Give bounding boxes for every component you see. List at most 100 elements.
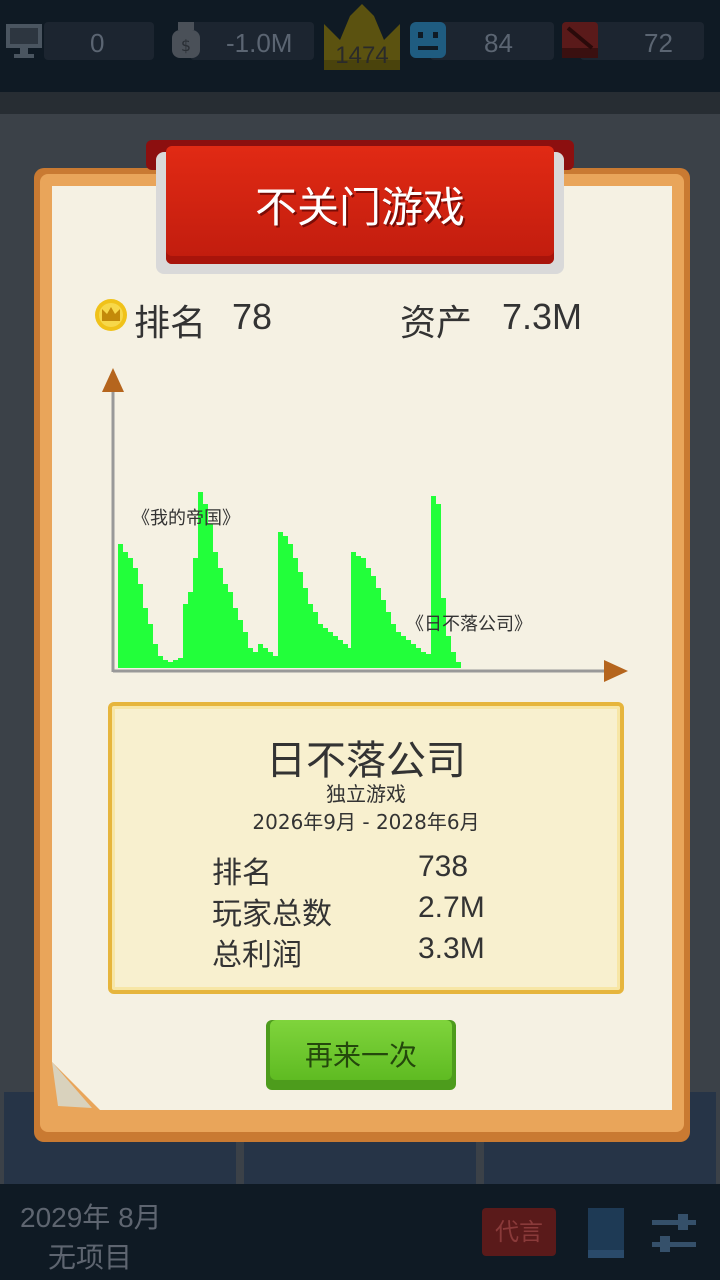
- rank-value: 78: [232, 296, 273, 337]
- chart-bar: [381, 600, 386, 668]
- chart-bar: [218, 568, 223, 668]
- chart-bar: [228, 592, 233, 668]
- chart-bar: [273, 656, 278, 668]
- chart-bar: [371, 576, 376, 668]
- crown-medal-icon: [95, 299, 127, 331]
- chart-bar: [253, 652, 258, 668]
- chart-bar: [426, 654, 431, 668]
- chart-bar: [338, 640, 343, 668]
- stat-players-label: 玩家总数: [212, 897, 332, 932]
- chart-bar: [456, 662, 461, 668]
- chart-bar: [178, 658, 183, 668]
- chart-bar: [411, 644, 416, 668]
- chart-bar: [343, 644, 348, 668]
- chart-label-my-empire: 《我的帝国》: [132, 508, 240, 529]
- svg-text:$: $: [181, 36, 191, 55]
- chart-bar: [128, 558, 133, 668]
- chart-bar: [366, 568, 371, 668]
- chart-label-sun-never-sets: 《日不落公司》: [406, 614, 532, 635]
- money-bag-icon: $: [172, 22, 200, 58]
- assets-value: 7.3M: [502, 296, 583, 337]
- chart-bar: [213, 552, 218, 668]
- revenue-history-chart: 《我的帝国》 《日不落公司》: [102, 368, 628, 682]
- chart-bar: [308, 604, 313, 668]
- chart-bar: [451, 652, 456, 668]
- chart-bar: [436, 504, 441, 668]
- page-curl-icon: [52, 1062, 100, 1110]
- game-period: 2026年9月 - 2028年6月: [252, 810, 480, 834]
- book-icon[interactable]: [584, 1206, 628, 1260]
- chart-bar: [158, 656, 163, 668]
- chart-bar: [193, 558, 198, 668]
- settings-sliders-icon[interactable]: [650, 1212, 698, 1256]
- chart-bar: [293, 558, 298, 668]
- chart-bar: [278, 532, 283, 668]
- chart-bar: [361, 558, 366, 668]
- smiley-face-icon: [410, 22, 446, 58]
- chart-bar: [376, 588, 381, 668]
- game-genre: 独立游戏: [326, 782, 406, 806]
- health-icon: [562, 22, 598, 58]
- stat-profit-value: 3.3M: [418, 932, 485, 965]
- chart-bar: [163, 660, 168, 668]
- chart-bar: [406, 640, 411, 668]
- chart-bar: [188, 592, 193, 668]
- rank-label: 排名: [134, 303, 207, 344]
- chart-bar: [133, 568, 138, 668]
- chart-bar: [323, 628, 328, 668]
- date-label: 2029年 8月: [20, 1202, 162, 1233]
- chart-bar: [386, 612, 391, 668]
- chart-bar: [351, 552, 356, 668]
- chart-bar: [263, 648, 268, 668]
- chart-bar: [421, 652, 426, 668]
- assets-label: 资产: [400, 303, 473, 344]
- chart-bar: [143, 608, 148, 668]
- money-value: -1.0M: [226, 28, 293, 58]
- chart-bar: [118, 544, 123, 668]
- chart-bar: [446, 636, 451, 668]
- chart-bar: [401, 636, 406, 668]
- chart-bar: [416, 648, 421, 668]
- chart-bar: [138, 584, 143, 668]
- retry-button-label[interactable]: 再来一次: [270, 1034, 452, 1074]
- y-axis-arrow-icon: [102, 368, 124, 392]
- chart-bar: [333, 636, 338, 668]
- chart-bar: [223, 584, 228, 668]
- stat-profit-label: 总利润: [212, 938, 302, 973]
- chart-bar: [208, 524, 213, 668]
- stat-rank-value: 738: [418, 850, 469, 883]
- staff-value: 84: [484, 28, 513, 58]
- stat-players-value: 2.7M: [418, 891, 485, 924]
- chart-bar: [258, 644, 263, 668]
- chart-bar: [243, 632, 248, 668]
- chart-bar: [313, 612, 318, 668]
- level-value: 1474: [335, 42, 389, 69]
- chart-bar: [318, 624, 323, 668]
- dialog-title: 不关门游戏: [254, 183, 465, 232]
- chart-bar: [248, 648, 253, 668]
- x-axis-arrow-icon: [604, 660, 628, 682]
- chart-bar: [298, 572, 303, 668]
- stat-rank-label: 排名: [212, 856, 272, 891]
- fans-value: 0: [90, 28, 105, 58]
- chart-bar: [168, 662, 173, 668]
- chart-bar: [268, 652, 273, 668]
- chart-bar: [148, 624, 153, 668]
- background-strip: [0, 92, 720, 114]
- chart-bar: [123, 552, 128, 668]
- hearts-value: 72: [644, 28, 673, 58]
- chart-bar: [356, 556, 361, 668]
- chart-bar: [431, 496, 436, 668]
- chart-bar: [283, 536, 288, 668]
- monitor-icon: [6, 24, 42, 58]
- chart-bar: [173, 660, 178, 668]
- chart-bar: [328, 632, 333, 668]
- endorsement-button[interactable]: 代言: [482, 1208, 556, 1256]
- chart-bar: [391, 624, 396, 668]
- chart-bar: [233, 608, 238, 668]
- chart-bar: [288, 544, 293, 668]
- chart-bar: [238, 620, 243, 668]
- chart-bar: [153, 644, 158, 668]
- project-status: 无项目: [48, 1241, 133, 1274]
- chart-bar: [183, 604, 188, 668]
